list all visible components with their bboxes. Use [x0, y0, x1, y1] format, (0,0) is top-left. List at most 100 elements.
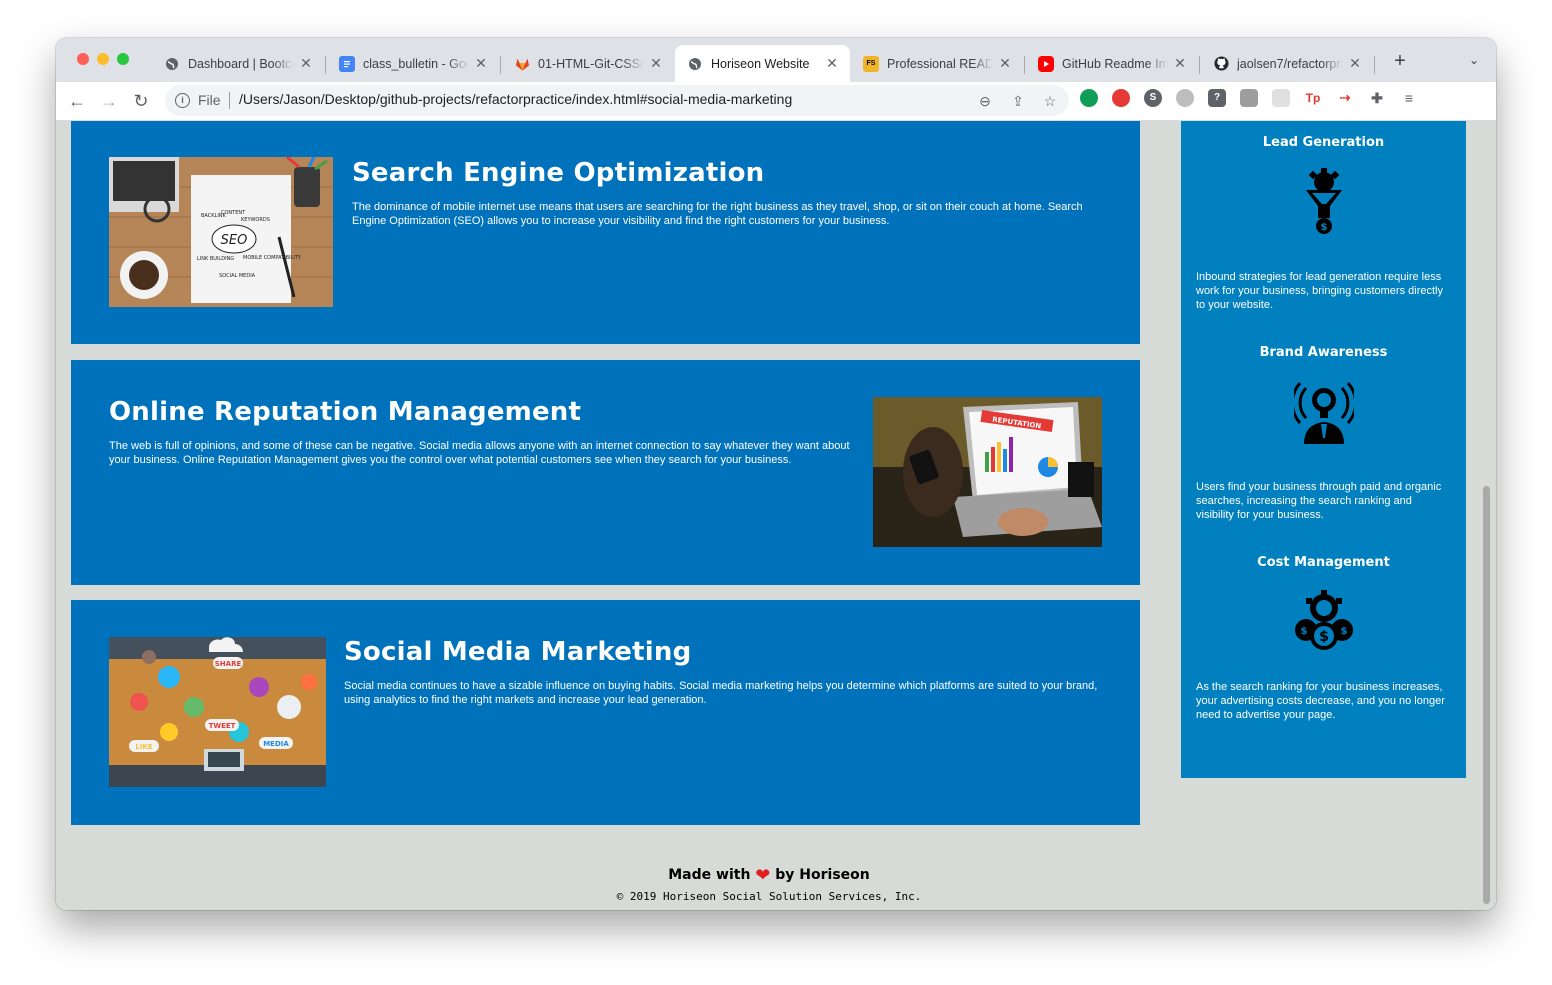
- puzzle-extensions-icon[interactable]: ✚: [1368, 89, 1386, 107]
- bookmark-star-icon[interactable]: ☆: [1040, 91, 1060, 111]
- help-extension-icon[interactable]: ?: [1208, 89, 1226, 107]
- section-heading: Social Media Marketing: [344, 637, 692, 667]
- tp-extension-icon[interactable]: Tp: [1304, 89, 1322, 107]
- section-heading: Online Reputation Management: [109, 397, 582, 427]
- forward-arrow-icon[interactable]: →: [97, 89, 121, 113]
- tab-close-icon[interactable]: ✕: [648, 55, 664, 72]
- tab-divider: [1024, 56, 1025, 74]
- info-icon[interactable]: i: [175, 93, 190, 108]
- url-divider: [229, 92, 230, 109]
- reader-extension-icon[interactable]: [1240, 89, 1258, 107]
- section-paragraph: The web is full of opinions, and some of…: [109, 440, 850, 466]
- cast-extension-icon[interactable]: ⇢: [1336, 89, 1354, 107]
- address-bar[interactable]: i File /Users/Jason/Desktop/github-proje…: [165, 85, 1069, 116]
- back-arrow-icon[interactable]: ←: [65, 89, 89, 113]
- social-image-label: TWEET: [209, 722, 236, 730]
- globe-icon: [687, 56, 703, 72]
- section-paragraph: Social media continues to have a sizable…: [344, 680, 1098, 706]
- window-maximize-button[interactable]: [117, 53, 129, 65]
- headphones-extension-icon[interactable]: [1176, 89, 1194, 107]
- tab-refactorpractice-repo[interactable]: jaolsen7/refactorpractice ✕: [1201, 45, 1373, 82]
- benefit-paragraph: Users find your business through paid an…: [1196, 481, 1442, 521]
- coins-gear-icon: $ $ $: [1294, 590, 1353, 650]
- tab-strip: Dashboard | Bootcamp Spot ✕ class_bullet…: [56, 38, 1496, 82]
- tab-divider: [1374, 56, 1375, 74]
- github-icon: [1213, 56, 1229, 72]
- lead-funnel-icon: $: [1305, 168, 1342, 234]
- seo-image-label: SEO: [221, 233, 248, 248]
- tab-close-icon[interactable]: ✕: [298, 55, 314, 72]
- browser-window: Dashboard | Bootcamp Spot ✕ class_bullet…: [56, 38, 1496, 910]
- media-controls-icon[interactable]: ≡: [1400, 89, 1418, 107]
- tab-close-icon[interactable]: ✕: [824, 55, 840, 72]
- tab-professional-readme[interactable]: FS Professional README Guide ✕: [851, 45, 1023, 82]
- gitlab-icon: [514, 56, 530, 72]
- url-text[interactable]: /Users/Jason/Desktop/github-projects/ref…: [239, 91, 792, 107]
- seo-image-label: SOCIAL MEDIA: [219, 273, 256, 279]
- tab-close-icon[interactable]: ✕: [997, 55, 1013, 72]
- skype-extension-icon[interactable]: S: [1144, 89, 1162, 107]
- section-heading: Search Engine Optimization: [352, 158, 765, 188]
- tab-divider: [325, 56, 326, 74]
- tab-close-icon[interactable]: ✕: [473, 55, 489, 72]
- social-media-image: SHARE TWEET LIKE MEDIA: [109, 637, 326, 787]
- benefit-heading: Lead Generation: [1262, 135, 1385, 150]
- benefit-cost-management: Cost Management $ $ $ As the search rank…: [1181, 555, 1466, 722]
- tab-label: Horiseon Website: [711, 56, 810, 71]
- orm-text-block: Online Reputation Management The web is …: [109, 397, 854, 467]
- benefit-paragraph: As the search ranking for your business …: [1196, 681, 1445, 721]
- svg-text:$: $: [1320, 222, 1327, 233]
- adblock-extension-icon[interactable]: [1112, 89, 1130, 107]
- benefit-brand-awareness: Brand Awareness Users find your business…: [1181, 345, 1466, 522]
- tab-close-icon[interactable]: ✕: [1347, 55, 1363, 72]
- svg-text:$: $: [1319, 629, 1329, 645]
- tab-label: Professional README Guide: [887, 56, 993, 71]
- svg-text:$: $: [1300, 626, 1307, 637]
- seo-image-label: LINK BUILDING: [197, 256, 234, 262]
- social-image-label: LIKE: [135, 743, 152, 751]
- benefit-paragraph: Inbound strategies for lead generation r…: [1196, 271, 1443, 311]
- tab-github-readme-images[interactable]: GitHub Readme Images ✕: [1026, 45, 1198, 82]
- benefits-sidebar: Lead Generation $ Inbound strategies for…: [1181, 121, 1466, 778]
- svg-text:$: $: [1340, 626, 1347, 637]
- seo-image-label: KEYWORDS: [241, 217, 270, 223]
- globe-icon: [164, 56, 180, 72]
- card-online-reputation-management: Online Reputation Management The web is …: [71, 360, 1140, 585]
- tab-search-chevron-icon[interactable]: ⌄: [1464, 50, 1484, 70]
- reload-icon[interactable]: ↻: [129, 89, 153, 113]
- tab-label: class_bulletin - Google Docs: [363, 56, 469, 71]
- benefit-heading: Brand Awareness: [1259, 345, 1388, 360]
- made-with-prefix: Made with: [668, 867, 751, 883]
- share-icon[interactable]: ⇪: [1008, 91, 1028, 111]
- tab-label: Dashboard | Bootcamp Spot: [188, 56, 294, 71]
- card-search-engine-optimization: SEO BACKLINK CONTENT KEYWORDS LINK BUILD…: [71, 121, 1140, 344]
- tab-dashboard[interactable]: Dashboard | Bootcamp Spot ✕: [152, 45, 324, 82]
- seo-image: SEO BACKLINK CONTENT KEYWORDS LINK BUILD…: [109, 157, 333, 307]
- window-minimize-button[interactable]: [97, 53, 109, 65]
- tab-horiseon-website[interactable]: Horiseon Website ✕: [675, 45, 850, 82]
- tab-close-icon[interactable]: ✕: [1172, 55, 1188, 72]
- new-tab-plus-icon[interactable]: +: [1388, 49, 1412, 73]
- page-extension-icon[interactable]: [1272, 89, 1290, 107]
- benefit-lead-generation: Lead Generation $ Inbound strategies for…: [1181, 135, 1466, 312]
- tab-html-git-css[interactable]: 01-HTML-Git-CSS/README.md ✕: [502, 45, 674, 82]
- seo-image-label: CONTENT: [221, 210, 246, 216]
- smm-text-block: Social Media Marketing Social media cont…: [344, 637, 1104, 707]
- page-footer: Made with ❤ by Horiseon © 2019 Horiseon …: [56, 865, 1482, 903]
- grammarly-extension-icon[interactable]: [1080, 89, 1098, 107]
- social-image-label: MEDIA: [263, 740, 289, 748]
- seo-text-block: Search Engine Optimization The dominance…: [352, 158, 1102, 228]
- benefit-heading: Cost Management: [1257, 555, 1390, 570]
- zoom-icon[interactable]: ⊖: [975, 91, 995, 111]
- tab-label: 01-HTML-Git-CSS/README.md: [538, 56, 644, 71]
- url-scheme-label: File: [198, 92, 221, 108]
- vertical-scrollbar[interactable]: [1483, 486, 1490, 904]
- tab-divider: [500, 56, 501, 74]
- tab-class-bulletin[interactable]: class_bulletin - Google Docs ✕: [327, 45, 499, 82]
- seo-image-label: MOBILE COMPATIBILITY: [243, 255, 302, 261]
- docs-icon: [339, 55, 355, 72]
- made-with-suffix: by Horiseon: [775, 867, 870, 883]
- fs-icon: FS: [863, 55, 879, 72]
- copyright-text: © 2019 Horiseon Social Solution Services…: [616, 890, 922, 903]
- window-close-button[interactable]: [77, 53, 89, 65]
